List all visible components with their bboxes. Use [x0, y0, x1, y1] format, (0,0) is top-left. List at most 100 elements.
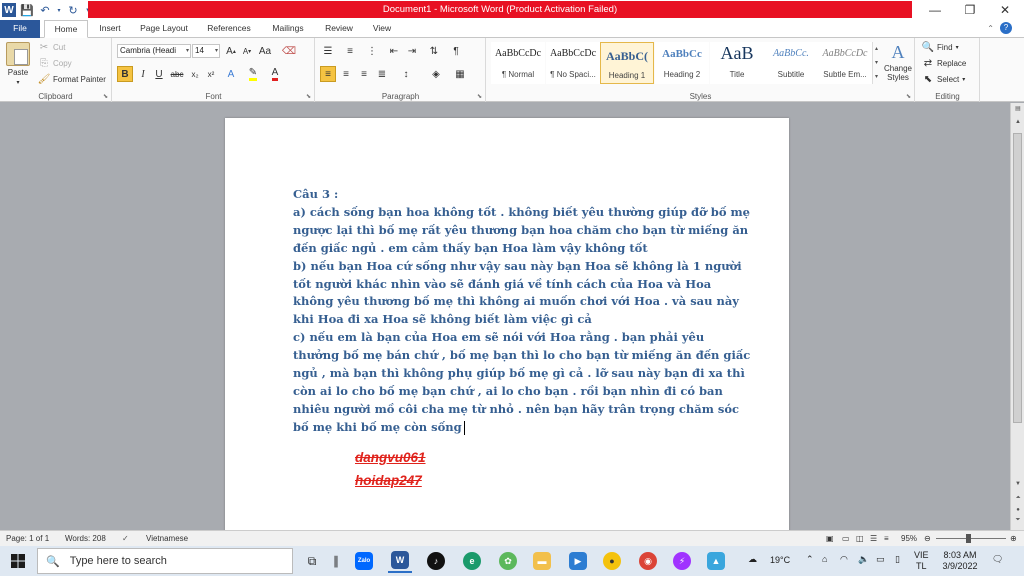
style-heading-1[interactable]: AaBbC( Heading 1 — [600, 42, 654, 84]
show-marks-icon[interactable]: ¶ — [448, 43, 464, 59]
full-screen-reading-icon[interactable]: ▭ — [842, 533, 850, 545]
scroll-down-icon[interactable]: ▼ — [1011, 481, 1024, 493]
print-layout-icon[interactable]: ▣ — [826, 533, 834, 545]
shrink-font-icon[interactable]: A ▾ — [239, 43, 255, 59]
cut-button[interactable]: ✂ Cut — [38, 41, 66, 53]
style-subtitle[interactable]: AaBbCc. Subtitle — [764, 42, 818, 84]
sort-icon[interactable]: ⇅ — [426, 43, 442, 59]
weather-icon[interactable]: ☁ — [748, 554, 757, 565]
justify-button[interactable]: ≣ — [374, 66, 390, 82]
dialog-launcher-icon[interactable]: ⬊ — [103, 93, 108, 100]
taskbar-app-edge[interactable]: e — [460, 549, 484, 573]
find-button[interactable]: 🔍 Find ▾ — [922, 41, 959, 53]
style-heading-2[interactable]: AaBbCc Heading 2 — [655, 42, 709, 84]
maximize-button[interactable]: ❐ — [953, 0, 987, 20]
paste-button[interactable]: Paste ▾ — [6, 42, 30, 86]
pen-icon[interactable]: ∥ — [324, 549, 348, 573]
shading-icon[interactable]: ◈ — [428, 66, 444, 82]
outline-icon[interactable]: ☰ — [870, 533, 877, 545]
decrease-indent-icon[interactable]: ⇤ — [386, 43, 402, 59]
taskbar-app-zalo[interactable]: Zalo — [352, 549, 376, 573]
copy-button[interactable]: ⎘ Copy — [38, 57, 72, 69]
draft-icon[interactable]: ≡ — [884, 533, 889, 545]
taskbar-app-green[interactable]: ✿ — [496, 549, 520, 573]
grow-font-icon[interactable]: A ▴ — [223, 43, 239, 59]
underline-button[interactable]: U — [151, 66, 167, 82]
network-icon[interactable]: ⌂ — [822, 554, 827, 565]
scrollbar-thumb[interactable] — [1013, 133, 1022, 423]
undo-dropdown-icon[interactable]: ▾ — [56, 3, 62, 17]
volume-icon[interactable]: 🔈 — [858, 554, 869, 565]
taskbar-app-word[interactable]: W — [388, 549, 412, 573]
subscript-button[interactable]: x₂ — [187, 66, 203, 82]
chevron-up-icon[interactable]: ⌃ — [806, 554, 814, 565]
taskbar-app-gallery[interactable]: ▲ — [704, 549, 728, 573]
tab-mailings[interactable]: Mailings — [266, 20, 310, 38]
format-painter-button[interactable]: 🖌 Format Painter — [38, 73, 106, 85]
styles-scroll[interactable]: ▴ ▾ ▾ — [872, 42, 880, 84]
zoom-slider-thumb[interactable] — [966, 534, 971, 543]
taskbar-app-explorer[interactable]: ▬ — [530, 549, 554, 573]
taskbar-app-yellow[interactable]: ● — [600, 549, 624, 573]
numbering-icon[interactable]: ≡ — [342, 43, 358, 59]
dialog-launcher-icon[interactable]: ⬊ — [477, 93, 482, 100]
change-styles-button[interactable]: A Change Styles — [883, 42, 913, 82]
clock[interactable]: 8:03 AM 3/9/2022 — [940, 550, 980, 572]
multilevel-list-icon[interactable]: ⋮ — [364, 43, 380, 59]
web-layout-icon[interactable]: ◫ — [856, 533, 864, 545]
save-icon[interactable]: 💾 — [20, 3, 34, 17]
undo-icon[interactable]: ↶ — [38, 3, 52, 17]
style-normal[interactable]: AaBbCcDc ¶ Normal — [491, 42, 545, 84]
input-language[interactable]: VIE TL — [914, 550, 929, 572]
font-name-combo[interactable]: Cambria (Headi ▾ — [117, 44, 191, 58]
increase-indent-icon[interactable]: ⇥ — [404, 43, 420, 59]
align-center-button[interactable]: ≡ — [338, 66, 354, 82]
collapse-ribbon-icon[interactable]: ⌃ — [987, 24, 994, 33]
bold-button[interactable]: B — [117, 66, 133, 82]
superscript-button[interactable]: x² — [203, 66, 219, 82]
proofing-icon[interactable]: ✓ — [122, 533, 129, 545]
previous-page-icon[interactable]: ⏶ — [1011, 495, 1024, 507]
text-effects-icon[interactable]: A — [223, 66, 239, 82]
borders-icon[interactable]: ▦ — [452, 66, 468, 82]
zoom-level[interactable]: 95% — [901, 533, 917, 545]
taskbar-app-messenger[interactable]: ⚡ — [670, 549, 694, 573]
select-button[interactable]: ⬉ Select ▾ — [922, 73, 965, 85]
page-count[interactable]: Page: 1 of 1 — [6, 533, 49, 545]
tab-insert[interactable]: Insert — [92, 20, 128, 38]
task-view-icon[interactable]: ⧉ — [300, 549, 324, 573]
display-icon[interactable]: ▭ — [876, 554, 885, 565]
align-left-button[interactable]: ≡ — [320, 66, 336, 82]
document-body[interactable]: Câu 3 : a) cách sống bạn hoa không tốt .… — [293, 186, 750, 437]
tab-home[interactable]: Home — [44, 20, 88, 38]
change-case-icon[interactable]: Aa — [257, 43, 273, 59]
style-no-spacing[interactable]: AaBbCcDc ¶ No Spaci... — [546, 42, 600, 84]
next-page-icon[interactable]: ⏷ — [1011, 517, 1024, 529]
close-button[interactable]: ✕ — [988, 0, 1022, 20]
clear-formatting-icon[interactable]: ⌫ — [281, 43, 297, 59]
style-title[interactable]: AaB Title — [710, 42, 764, 84]
zoom-slider[interactable] — [936, 538, 1006, 539]
wifi-icon[interactable]: ◠ — [840, 554, 848, 565]
replace-button[interactable]: ⇄ Replace — [922, 57, 967, 69]
bullets-icon[interactable]: ☰ — [320, 43, 336, 59]
tab-references[interactable]: References — [202, 20, 256, 38]
weather-temp[interactable]: 19°C — [770, 555, 790, 566]
tab-review[interactable]: Review — [320, 20, 358, 38]
taskbar-search-box[interactable]: 🔍 Type here to search — [37, 548, 293, 574]
redo-icon[interactable]: ↻ — [66, 3, 80, 17]
word-count[interactable]: Words: 208 — [65, 533, 106, 545]
tab-view[interactable]: View — [366, 20, 398, 38]
taskbar-app-tiktok[interactable]: ♪ — [424, 549, 448, 573]
minimize-button[interactable]: — — [918, 0, 952, 20]
italic-button[interactable]: I — [135, 66, 151, 82]
battery-icon[interactable]: ▯ — [895, 554, 900, 565]
font-size-combo[interactable]: 14 ▾ — [192, 44, 220, 58]
font-color-icon[interactable]: A — [267, 66, 283, 82]
start-button[interactable] — [6, 549, 30, 573]
dialog-launcher-icon[interactable]: ⬊ — [906, 93, 911, 100]
help-icon[interactable]: ? — [1000, 22, 1012, 34]
highlight-icon[interactable]: ✎ — [245, 66, 261, 82]
ruler-toggle-icon[interactable]: ▤ — [1011, 105, 1024, 117]
notification-icon[interactable]: 🗨 — [992, 554, 1003, 565]
